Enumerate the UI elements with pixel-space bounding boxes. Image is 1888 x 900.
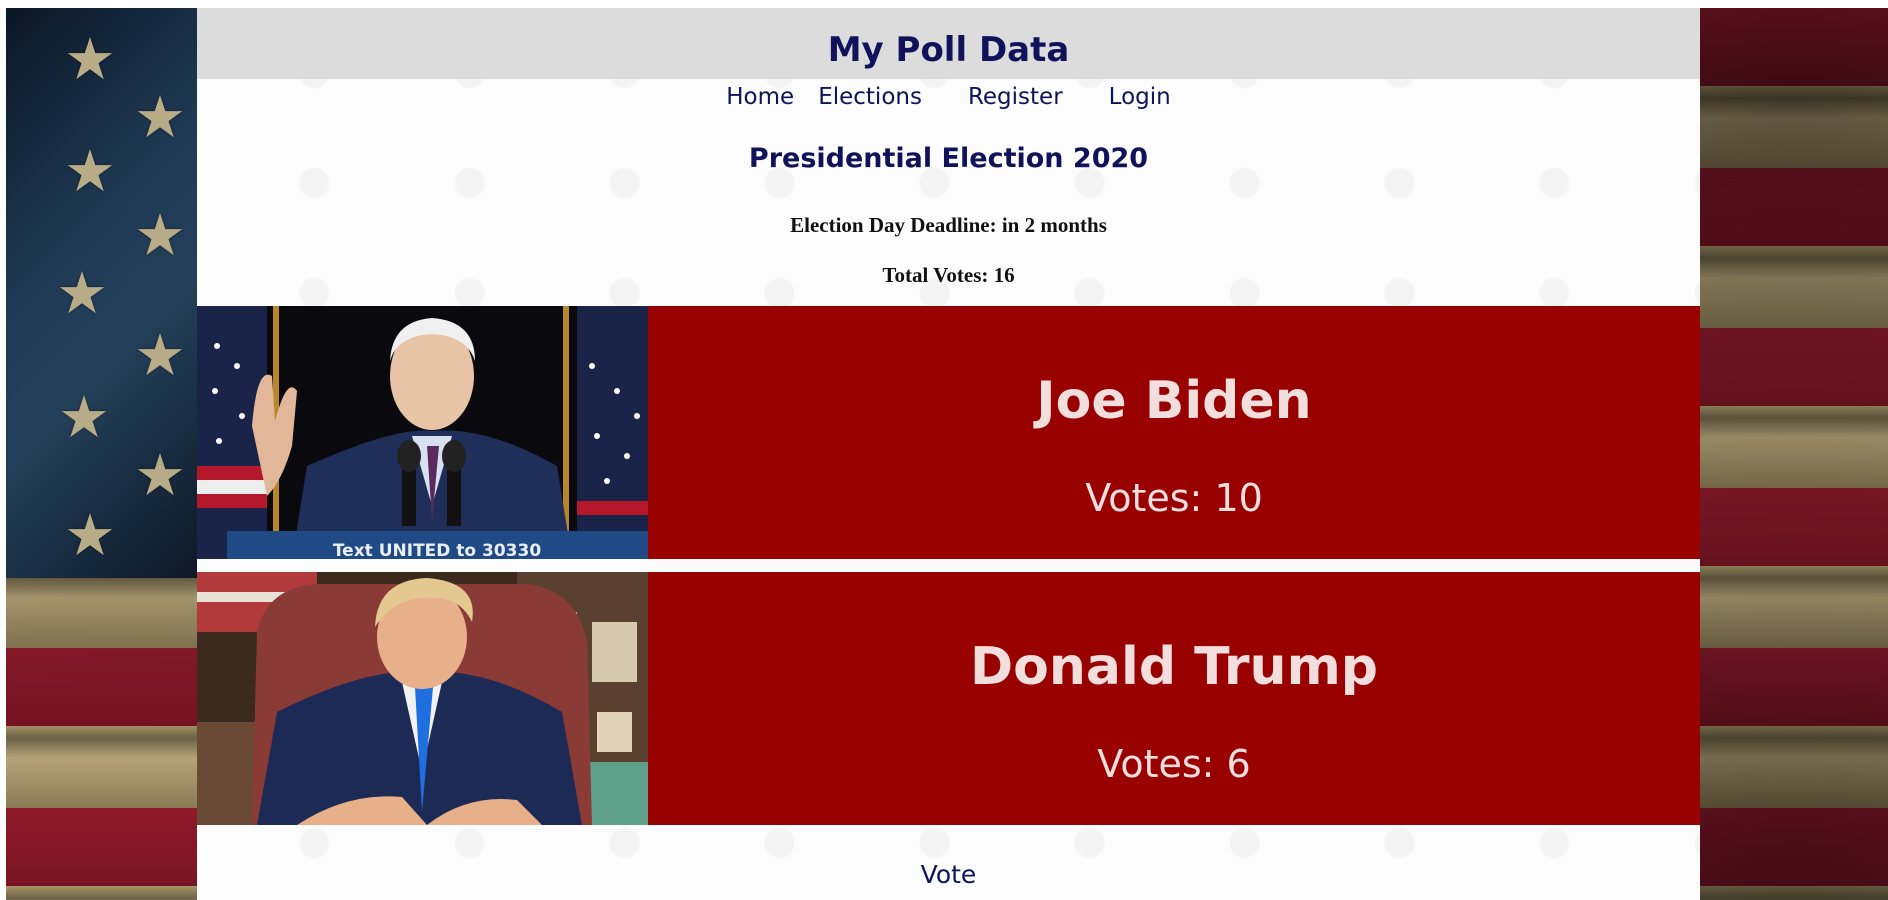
star-icon: ★ — [58, 383, 110, 451]
nav-login-link[interactable]: Login — [1109, 84, 1171, 110]
candidate-name: Joe Biden — [1036, 371, 1312, 431]
star-icon: ★ — [134, 83, 186, 151]
star-icon: ★ — [134, 441, 186, 509]
nav-elections-link[interactable]: Elections — [818, 84, 922, 110]
star-icon: ★ — [64, 501, 116, 569]
main-nav: Home Elections Register Login — [197, 84, 1700, 110]
candidate-card-biden: Text UNITED to 30330 Joe Biden Votes: 10 — [197, 306, 1700, 559]
total-votes: Total Votes: 16 — [882, 263, 1015, 287]
star-icon: ★ — [64, 25, 116, 93]
candidate-info-trump: Donald Trump Votes: 6 — [648, 572, 1700, 825]
star-icon: ★ — [64, 137, 116, 205]
candidate-name: Donald Trump — [970, 637, 1378, 697]
nav-register-link[interactable]: Register — [968, 84, 1063, 110]
flag-canton: ★ ★ ★ ★ ★ ★ ★ ★ ★ — [6, 8, 198, 578]
star-icon: ★ — [134, 201, 186, 269]
podium-caption: Text UNITED to 30330 — [333, 541, 542, 559]
candidate-info-biden: Joe Biden Votes: 10 — [648, 306, 1700, 559]
star-icon: ★ — [134, 321, 186, 389]
candidate-photo-trump — [197, 572, 648, 825]
star-icon: ★ — [56, 259, 108, 327]
election-title: Presidential Election 2020 — [748, 143, 1149, 174]
vote-button[interactable]: Vote — [197, 860, 1700, 889]
candidate-votes: Votes: 6 — [1097, 742, 1251, 786]
main-content: My Poll Data Home Elections Register Log… — [197, 8, 1700, 900]
candidate-votes: Votes: 10 — [1085, 476, 1263, 520]
site-title: My Poll Data — [827, 30, 1070, 70]
candidate-card-trump: Donald Trump Votes: 6 — [197, 572, 1700, 825]
election-deadline: Election Day Deadline: in 2 months — [790, 213, 1107, 237]
candidate-photo-biden: Text UNITED to 30330 — [197, 306, 648, 559]
nav-home-link[interactable]: Home — [726, 84, 794, 110]
